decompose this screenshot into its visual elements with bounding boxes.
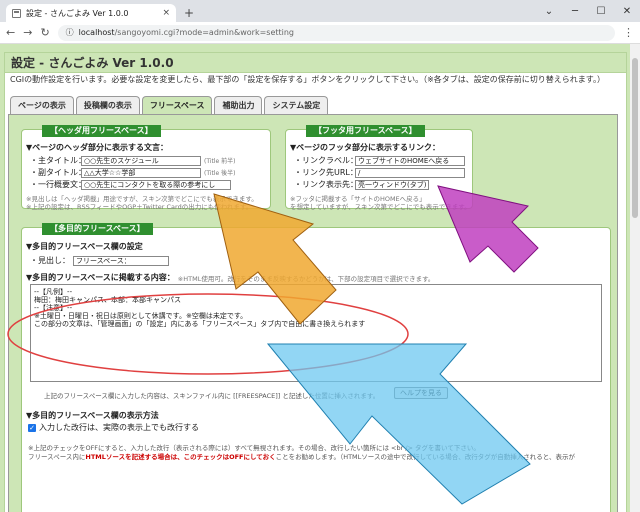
caption-input[interactable]: フリースペース： (73, 255, 169, 266)
maximize-icon[interactable]: ☐ (588, 0, 614, 22)
sub-title-label: ・副タイトル： (30, 168, 86, 177)
link-target-label: ・リンク表示先： (294, 180, 358, 189)
tab-page-display[interactable]: ページの表示 (10, 96, 74, 114)
page-background: 設定 - さんごよみ Ver 1.0.0 CGIの動作設定を行います。必要な設定… (0, 44, 630, 512)
content-heading-row: ▼多目的フリースペースに掲載する内容： ※HTML使用可。改行をそのまま反映する… (26, 272, 434, 283)
footer-free-space-box: 【フッタ用フリースペース】 ▼ページのフッタ部分に表示するリンク： ・リンクラベ… (285, 125, 473, 211)
footer-note-2: を想定していますが、スキン次第でどこにでも表示できます。 (290, 203, 471, 211)
tab-search-icon[interactable]: ⌄ (536, 0, 562, 22)
bottom-note-2: フリースペース内にHTMLソースを記述する場合は、このチェックはOFFにしておく… (28, 451, 575, 461)
main-title-row: ・主タイトル： ○○先生のスケジュール (Title 前半) (30, 155, 235, 166)
header-box-label: 【ヘッダ用フリースペース】 (42, 125, 161, 137)
forward-icon[interactable]: → (23, 26, 32, 39)
tab-system-settings[interactable]: システム設定 (264, 96, 329, 114)
menu-icon[interactable]: ⋮ (623, 26, 634, 39)
back-icon[interactable]: ← (6, 26, 15, 39)
reload-icon[interactable]: ↻ (40, 26, 49, 39)
newline-checkbox-label: 入力した改行は、実際の表示上でも改行する (39, 423, 199, 432)
page-viewport: 設定 - さんごよみ Ver 1.0.0 CGIの動作設定を行います。必要な設定… (0, 44, 640, 512)
settings-tabs: ページの表示 投稿欄の表示 フリースペース 補助出力 システム設定 (10, 96, 329, 114)
header-note-2: ※上記の設定は、RSSフィードやOGP＋Twitter Cardの出力にも使われ… (26, 203, 253, 211)
header-free-space-box: 【ヘッダ用フリースペース】 ▼ページのヘッダ部分に表示する文言： ・主タイトル：… (21, 125, 271, 211)
tab-post-display[interactable]: 投稿欄の表示 (75, 96, 140, 114)
scrollbar-thumb[interactable] (632, 58, 638, 218)
bottom-note-2-post: ことをお勧めします。（HTMLソースの途中で改行している場合、改行タグが自動挿入… (275, 453, 576, 461)
link-target-row: ・リンク表示先： 亮一ウィンドウ(タブ) (294, 179, 429, 190)
footer-box-label: 【フッタ用フリースペース】 (306, 125, 425, 137)
sub-title-input[interactable]: △△大学☆☆学部 (81, 167, 201, 178)
content-line: --【凡例】-- (34, 288, 73, 296)
multi-box-label: 【多目的フリースペース】 (42, 223, 153, 235)
summary-label: ・一行概要文： (30, 180, 86, 189)
multi-box-heading: ▼多目的フリースペース欄の設定 (26, 242, 143, 251)
free-space-panel: 【ヘッダ用フリースペース】 ▼ページのヘッダ部分に表示する文言： ・主タイトル：… (8, 114, 618, 512)
url-field[interactable]: ⓘ localhost/sangoyomi.cgi?mode=admin&wor… (57, 24, 615, 41)
sub-title-hint: (Title 後半) (204, 170, 236, 177)
new-tab-icon[interactable]: + (184, 6, 194, 20)
page-scrollbar[interactable] (630, 44, 640, 512)
link-label-input[interactable]: ウェブサイトのHOMEへ戻る (355, 155, 465, 166)
free-space-textarea[interactable]: --【凡例】-- 梅田：梅田キャンパス、本部：本部キャンパス --【注意】-- ※土曜… (30, 284, 602, 382)
newline-checkbox-row: ✓ 入力した改行は、実際の表示上でも改行する (28, 422, 199, 433)
tab-aux-output[interactable]: 補助出力 (214, 96, 263, 114)
caption-label: ・見出し： (30, 256, 70, 265)
content-note: ※HTML使用可。改行をそのまま反映するかどうかは、下部の設定項目で選択できます… (177, 274, 435, 283)
page-description: CGIの動作設定を行います。必要な設定を変更したら、最下部の「設定を保存する」ボ… (10, 75, 605, 84)
bottom-note-2-pre: フリースペース内に (28, 453, 86, 461)
bottom-note-2-red: HTMLソースを記述する場合は、このチェックはOFFにしておく (85, 453, 276, 461)
help-button[interactable]: ヘルプを見る (394, 387, 448, 399)
window-controls: ⌄ ─ ☐ ✕ (536, 0, 640, 22)
info-icon[interactable]: ⓘ (66, 27, 74, 38)
page-favicon-icon (12, 8, 21, 18)
tab-close-icon[interactable]: × (162, 8, 170, 18)
sub-title-row: ・副タイトル： △△大学☆☆学部 (Title 後半) (30, 167, 235, 178)
link-label-row: ・リンクラベル： ウェブサイトのHOMEへ戻る (294, 155, 465, 166)
page-title: 設定 - さんごよみ Ver 1.0.0 (5, 53, 626, 73)
link-target-select[interactable]: 亮一ウィンドウ(タブ) (355, 179, 429, 190)
tab-free-space[interactable]: フリースペース (141, 96, 213, 114)
main-title-label: ・主タイトル： (30, 156, 86, 165)
link-url-label: ・リンク先URL： (294, 168, 358, 177)
browser-titlebar: 設定 - さんごよみ Ver 1.0.0 × + ⌄ ─ ☐ ✕ (0, 0, 640, 22)
page-title-app: さんごよみ Ver 1.0.0 (48, 56, 174, 70)
close-window-icon[interactable]: ✕ (614, 0, 640, 22)
tab-title: 設定 - さんごよみ Ver 1.0.0 (26, 8, 129, 18)
insert-note: 上記のフリースペース欄に入力した内容は、スキンファイル内に [[FREESPAC… (44, 392, 380, 400)
content-line: 梅田：梅田キャンパス、本部：本部キャンパス (34, 296, 181, 304)
browser-tab[interactable]: 設定 - さんごよみ Ver 1.0.0 × (6, 4, 176, 22)
link-url-row: ・リンク先URL： / (294, 167, 465, 178)
url-host: localhost (78, 28, 115, 37)
summary-row: ・一行概要文： ○○先生にコンタクトを取る際の参考にし (30, 179, 231, 190)
caption-row: ・見出し： フリースペース： (30, 255, 169, 266)
multi-free-space-box: 【多目的フリースペース】 ▼多目的フリースペース欄の設定 ・見出し： フリースペ… (21, 223, 611, 512)
header-box-heading: ▼ページのヘッダ部分に表示する文言： (26, 143, 168, 152)
content-heading: ▼多目的フリースペースに掲載する内容： (26, 273, 175, 282)
main-title-input[interactable]: ○○先生のスケジュール (81, 155, 201, 166)
main-title-hint: (Title 前半) (204, 158, 236, 165)
page-title-prefix: 設定 - (11, 56, 49, 70)
link-label-label: ・リンクラベル： (294, 156, 358, 165)
summary-input[interactable]: ○○先生にコンタクトを取る際の参考にし (81, 179, 231, 190)
content-line: --【注意】-- (34, 304, 73, 312)
link-url-input[interactable]: / (355, 167, 465, 178)
content-line: この部分の文章は、「管理画面」の「設定」内にある「フリースペース」タブ内で自由に… (34, 320, 366, 328)
url-path: /sangoyomi.cgi?mode=admin&work=setting (114, 28, 295, 37)
display-heading: ▼多目的フリースペース欄の表示方法 (26, 411, 159, 420)
newline-checkbox[interactable]: ✓ (28, 423, 36, 432)
minimize-icon[interactable]: ─ (562, 0, 588, 22)
content-line: ※土曜日・日曜日・祝日は原則として休講です。※空欄は未定です。 (34, 312, 248, 320)
address-bar-row: ← → ↻ ⓘ localhost/sangoyomi.cgi?mode=adm… (0, 22, 640, 44)
footer-box-heading: ▼ページのフッタ部分に表示するリンク： (290, 143, 440, 152)
